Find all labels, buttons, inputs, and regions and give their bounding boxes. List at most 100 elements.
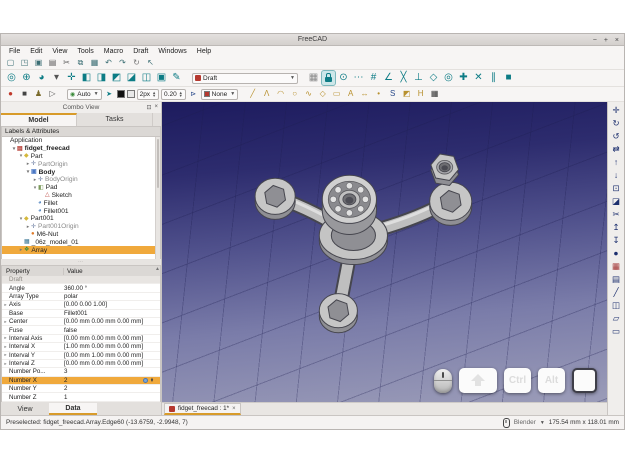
- front-view-icon[interactable]: ◧: [80, 71, 93, 85]
- expander-icon[interactable]: ▸: [2, 335, 9, 341]
- open-file-icon[interactable]: ◳: [19, 57, 30, 69]
- property-number-z[interactable]: Number Z 1: [2, 393, 160, 402]
- minimize-icon[interactable]: −: [593, 37, 597, 44]
- construction-mode-button[interactable]: ⊳: [188, 88, 199, 100]
- property-base[interactable]: Base Fillet001: [2, 310, 160, 318]
- measure-icon[interactable]: ✎: [170, 71, 183, 85]
- property-interval-y[interactable]: ▸ Interval Y [0.00 mm 1.00 mm 0.00 mm]: [2, 352, 160, 360]
- working-plane-button[interactable]: ➤: [104, 88, 115, 100]
- close-panel-icon[interactable]: ×: [154, 104, 158, 111]
- nav-rotate-icon[interactable]: ↻: [610, 117, 623, 129]
- fidget-spinner-model[interactable]: [162, 102, 607, 402]
- nav-draw-style-icon[interactable]: ●: [610, 247, 623, 259]
- line-width-combo[interactable]: 2px ▲ ▼: [136, 88, 160, 100]
- autogroup-combo[interactable]: None ▼: [200, 88, 239, 100]
- expander-icon[interactable]: ▸: [2, 302, 9, 308]
- snap-intersection-icon[interactable]: ╳: [397, 71, 410, 85]
- rear-view-icon[interactable]: ◪: [125, 71, 138, 85]
- draft-dimension-icon[interactable]: ↔: [359, 88, 370, 100]
- box-zoom-icon[interactable]: ⊕: [20, 71, 33, 85]
- snap-center-icon[interactable]: ◎: [442, 71, 455, 85]
- draft-circle-icon[interactable]: ○: [289, 88, 300, 100]
- tree-scrollbar[interactable]: [155, 137, 160, 259]
- tree-item-m6-nut[interactable]: ● M6-Nut: [2, 231, 160, 239]
- draft-arc-icon[interactable]: ◠: [275, 88, 286, 100]
- float-panel-icon[interactable]: ⊡: [146, 104, 151, 111]
- snap-endpoint-icon[interactable]: ⊙: [337, 71, 350, 85]
- nav-drawing-icon[interactable]: ▭: [610, 325, 623, 337]
- expression-editor-icon[interactable]: [143, 377, 149, 383]
- property-number-x[interactable]: Number X 2 ▲ ▼: [2, 376, 160, 386]
- draft-polygon-icon[interactable]: ◇: [317, 88, 328, 100]
- property-center[interactable]: ▸ Center [0.00 mm 0.00 mm 0.00 mm]: [2, 318, 160, 327]
- property-interval-z[interactable]: ▸ Interval Z [0.00 mm 0.00 mm 0.00 mm]: [2, 360, 160, 369]
- property-draft[interactable]: Draft: [2, 276, 160, 285]
- draft-line-icon[interactable]: ╱: [247, 88, 258, 100]
- toggle-grid-icon[interactable]: ▦: [307, 71, 320, 85]
- nav-style-label[interactable]: Blender: [514, 419, 536, 426]
- tree-item-partorigin[interactable]: ▸ ✛ PartOrigin: [2, 160, 160, 168]
- draft-rectangle-icon[interactable]: ▭: [331, 88, 342, 100]
- property-interval-axis[interactable]: ▸ Interval Axis [0.00 mm 0.00 mm 0.00 mm]: [2, 335, 160, 344]
- nav-measure-icon[interactable]: ╱: [610, 286, 623, 298]
- nav-toggle-face-icon[interactable]: ◪: [610, 195, 623, 207]
- menu-windows[interactable]: Windows: [153, 48, 191, 55]
- expander-icon[interactable]: ▸: [2, 344, 9, 350]
- tab-model[interactable]: Model: [1, 113, 77, 126]
- nav-pan-icon[interactable]: ✛: [610, 104, 623, 116]
- nav-up-icon[interactable]: ↑: [610, 156, 623, 168]
- nav-clipping-icon[interactable]: ◫: [610, 299, 623, 311]
- text-scale-combo[interactable]: 0.20 ▲ ▼: [161, 88, 186, 100]
- draft-shapestring-icon[interactable]: S: [387, 88, 398, 100]
- snap-lock-icon[interactable]: [321, 70, 336, 86]
- combo-view-titlebar[interactable]: Combo View ⊡ ×: [1, 102, 161, 113]
- tree-item-fidget_freecad[interactable]: ▾ ▤ fidget_freecad: [2, 145, 160, 153]
- cut-icon[interactable]: ✂: [61, 57, 72, 69]
- save-icon[interactable]: ▣: [33, 57, 44, 69]
- fit-all-icon[interactable]: ◎: [5, 71, 18, 85]
- line-color-swatch[interactable]: [116, 90, 125, 98]
- text-scale-spinner[interactable]: ▲ ▼: [179, 91, 183, 98]
- draft-hatch-icon[interactable]: H: [415, 88, 426, 100]
- menu-tools[interactable]: Tools: [72, 48, 98, 55]
- value-column[interactable]: Value: [64, 268, 83, 275]
- close-icon[interactable]: ×: [615, 37, 619, 44]
- menu-help[interactable]: Help: [192, 48, 216, 55]
- property-fuse[interactable]: Fuse false: [2, 326, 160, 335]
- menu-file[interactable]: File: [4, 48, 25, 55]
- axonometric-view-icon[interactable]: ✛: [65, 71, 78, 85]
- line-width-spinner[interactable]: ▲ ▼: [152, 91, 156, 98]
- scroll-up-icon[interactable]: ▲: [155, 266, 160, 272]
- expander-icon[interactable]: ▸: [2, 361, 9, 367]
- snap-working-plane-icon[interactable]: ■: [502, 71, 515, 85]
- menu-draft[interactable]: Draft: [128, 48, 153, 55]
- property-axis[interactable]: ▸ Axis [0.00 0.00 1.00]: [2, 301, 160, 310]
- expander-icon[interactable]: ▸: [2, 352, 9, 358]
- paste-icon[interactable]: ▦: [89, 57, 100, 69]
- left-view-icon[interactable]: ▣: [155, 71, 168, 85]
- undo-icon[interactable]: ↶: [103, 57, 114, 69]
- property-number-y[interactable]: Number Y 2: [2, 385, 160, 394]
- property-array-type[interactable]: Array Type polar: [2, 293, 160, 302]
- expander-icon[interactable]: ▸: [2, 319, 9, 325]
- nav-down-icon[interactable]: ↓: [610, 169, 623, 181]
- snap-mode-combo[interactable]: ◉ Auto ▼: [67, 88, 102, 100]
- nav-rotate-ccw-icon[interactable]: ↺: [610, 130, 623, 142]
- draft-polyline-icon[interactable]: Λ: [261, 88, 272, 100]
- tree-item-part001origin[interactable]: ▸ ✛ Part001Origin: [2, 223, 160, 231]
- top-view-icon[interactable]: ◨: [95, 71, 108, 85]
- macro-stop-icon[interactable]: ■: [19, 88, 30, 100]
- tab-view[interactable]: View: [1, 403, 49, 415]
- tree-item-fillet001[interactable]: ◕ Fillet001: [2, 207, 160, 215]
- draft-bspline-icon[interactable]: ∿: [303, 88, 314, 100]
- nav-mesh-red-icon[interactable]: ▦: [610, 260, 623, 272]
- print-icon[interactable]: ▤: [47, 57, 58, 69]
- tree-item-sketch[interactable]: △ Sketch: [2, 192, 160, 200]
- snap-perpendicular-icon[interactable]: ⊥: [412, 71, 425, 85]
- menu-edit[interactable]: Edit: [25, 48, 47, 55]
- draft-point-icon[interactable]: •: [373, 88, 384, 100]
- snap-angle-icon[interactable]: ∠: [382, 71, 395, 85]
- close-tab-icon[interactable]: ×: [232, 406, 236, 412]
- snap-special-icon[interactable]: ◇: [427, 71, 440, 85]
- nav-section-cut-icon[interactable]: ✂: [610, 208, 623, 220]
